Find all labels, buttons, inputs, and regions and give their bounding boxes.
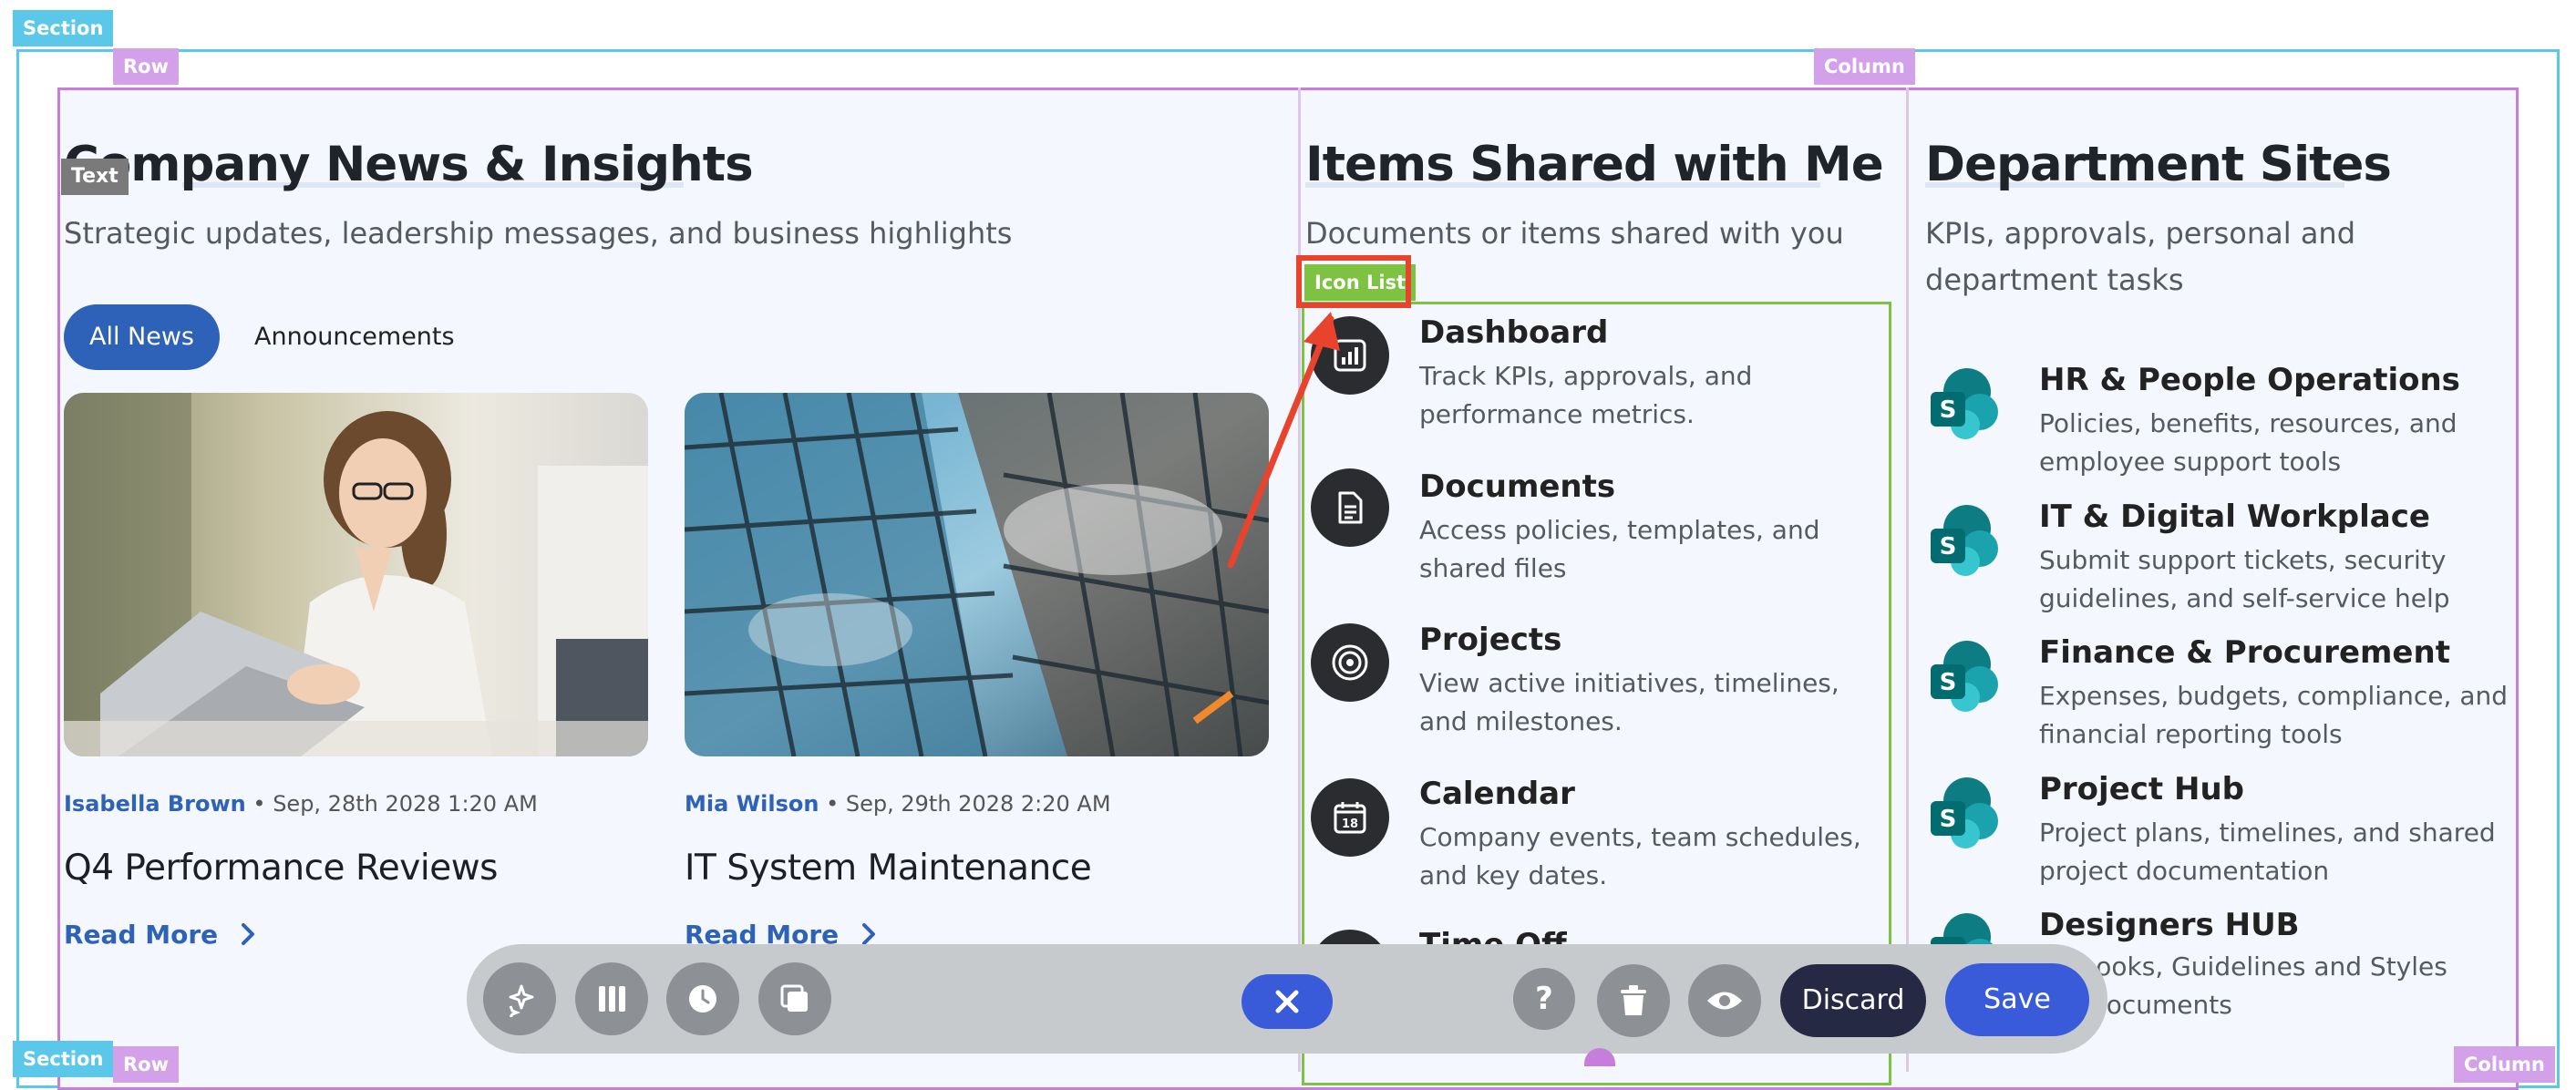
department-site-title[interactable]: HR & People Operations xyxy=(2039,362,2460,398)
icon-list-item-title[interactable]: Calendar xyxy=(1419,776,1575,812)
clock-icon xyxy=(689,985,716,1013)
sharepoint-icon[interactable]: S xyxy=(1927,637,2004,714)
news-title[interactable]: Company News & Insights xyxy=(64,137,754,192)
column-tag[interactable]: Column xyxy=(1814,48,1915,85)
read-more-link[interactable]: Read More xyxy=(64,920,258,950)
column-divider xyxy=(1906,87,1909,1072)
departments-title[interactable]: Department Sites xyxy=(1925,137,2392,192)
chevron-right-icon xyxy=(861,923,875,945)
departments-subtitle: KPIs, approvals, personal and department… xyxy=(1925,216,2356,297)
department-site-desc: ...dbooks, Guidelines and Styles ...y Do… xyxy=(2039,948,2550,1024)
post-date: Sep, 29th 2028 2:20 AM xyxy=(845,791,1111,817)
section-tag[interactable]: Section xyxy=(13,1041,114,1077)
history-button[interactable] xyxy=(666,962,739,1035)
post-image-glass-building[interactable] xyxy=(685,393,1269,756)
icon-list-item-title[interactable]: Projects xyxy=(1419,622,1561,658)
tab-announcements[interactable]: Announcements xyxy=(254,304,455,370)
help-icon: ? xyxy=(1535,981,1553,1017)
meta-separator: • xyxy=(826,791,846,817)
shared-subtitle: Documents or items shared with you xyxy=(1305,216,1844,251)
close-icon xyxy=(1275,990,1299,1013)
sparkle-icon xyxy=(509,984,534,1017)
close-editor-button[interactable] xyxy=(1242,974,1333,1029)
post-title[interactable]: Q4 Performance Reviews xyxy=(64,848,498,889)
post-author[interactable]: Mia Wilson xyxy=(685,791,819,817)
news-subtitle: Strategic updates, leadership messages, … xyxy=(64,216,1013,251)
tab-all-news[interactable]: All News xyxy=(64,304,220,370)
post-meta-1: Isabella Brown • Sep, 28th 2028 1:20 AM xyxy=(64,791,538,817)
columns-button[interactable] xyxy=(575,962,648,1035)
post-image-woman-laptop[interactable] xyxy=(64,393,648,756)
icon-list-item-desc: Access policies, templates, and shared f… xyxy=(1419,515,1820,583)
department-site-title[interactable]: Designers HUB xyxy=(2039,907,2300,943)
post-author[interactable]: Isabella Brown xyxy=(64,791,246,817)
department-site-title[interactable]: Project Hub xyxy=(2039,771,2244,807)
layers-button[interactable] xyxy=(758,962,831,1035)
sharepoint-icon-letter: S xyxy=(1940,533,1957,560)
department-site-title[interactable]: IT & Digital Workplace xyxy=(2039,499,2430,535)
glass-building-photo xyxy=(685,393,1269,756)
layers-icon xyxy=(780,984,808,1012)
discard-button[interactable]: Discard xyxy=(1780,964,1926,1037)
target-icon[interactable] xyxy=(1311,623,1389,702)
columns-icon xyxy=(599,986,625,1012)
icon-list-item-desc: Track KPIs, approvals, and performance m… xyxy=(1419,361,1753,429)
sharepoint-icon-letter: S xyxy=(1940,806,1957,833)
icon-list-item-title[interactable]: Documents xyxy=(1419,468,1615,505)
row-tag[interactable]: Row xyxy=(113,1046,179,1083)
sharepoint-icon-letter: S xyxy=(1940,669,1957,696)
icon-list-item-desc: Company events, team schedules, and key … xyxy=(1419,822,1861,890)
trash-icon xyxy=(1621,985,1646,1015)
post-date: Sep, 28th 2028 1:20 AM xyxy=(273,791,538,817)
annotation-arrow xyxy=(1227,312,1340,569)
eye-icon xyxy=(1707,992,1742,1010)
department-site-desc: Expenses, budgets, compliance, and finan… xyxy=(2039,681,2509,749)
sharepoint-icon-letter: S xyxy=(1940,396,1957,424)
post-title[interactable]: IT System Maintenance xyxy=(685,848,1092,889)
save-button[interactable]: Save xyxy=(1945,963,2089,1036)
icon-list-item-title[interactable]: Dashboard xyxy=(1419,314,1608,351)
help-button[interactable]: ? xyxy=(1513,968,1575,1030)
department-site-desc: Submit support tickets, security guideli… xyxy=(2039,545,2450,613)
meta-separator: • xyxy=(252,791,273,817)
section-tag[interactable]: Section xyxy=(13,10,114,46)
column-tag[interactable]: Column xyxy=(2454,1046,2555,1083)
delete-button[interactable] xyxy=(1597,964,1670,1037)
department-site-desc: Policies, benefits, resources, and emplo… xyxy=(2039,408,2458,477)
department-site-title[interactable]: Finance & Procurement xyxy=(2039,634,2450,671)
sharepoint-icon[interactable]: S xyxy=(1927,365,2004,441)
chevron-right-icon xyxy=(241,923,254,945)
preview-button[interactable] xyxy=(1688,964,1761,1037)
row-tag[interactable]: Row xyxy=(113,48,179,85)
department-site-desc: Project plans, timelines, and shared pro… xyxy=(2039,818,2496,886)
calendar-icon[interactable]: 18 xyxy=(1311,778,1389,857)
annotation-highlight-box xyxy=(1296,255,1411,308)
icon-list-item-desc: View active initiatives, timelines, and … xyxy=(1419,668,1839,736)
woman-laptop-photo xyxy=(64,393,648,756)
post-meta-2: Mia Wilson • Sep, 29th 2028 2:20 AM xyxy=(685,791,1111,817)
text-tag[interactable]: Text xyxy=(61,159,129,195)
ai-sparkle-button[interactable] xyxy=(483,962,556,1035)
calendar-icon-day: 18 xyxy=(1342,818,1358,831)
sharepoint-icon[interactable]: S xyxy=(1927,501,2004,578)
shared-title[interactable]: Items Shared with Me xyxy=(1305,137,1884,192)
column-divider xyxy=(1298,87,1301,1072)
read-more-label: Read More xyxy=(64,920,219,950)
sharepoint-icon[interactable]: S xyxy=(1927,774,2004,850)
